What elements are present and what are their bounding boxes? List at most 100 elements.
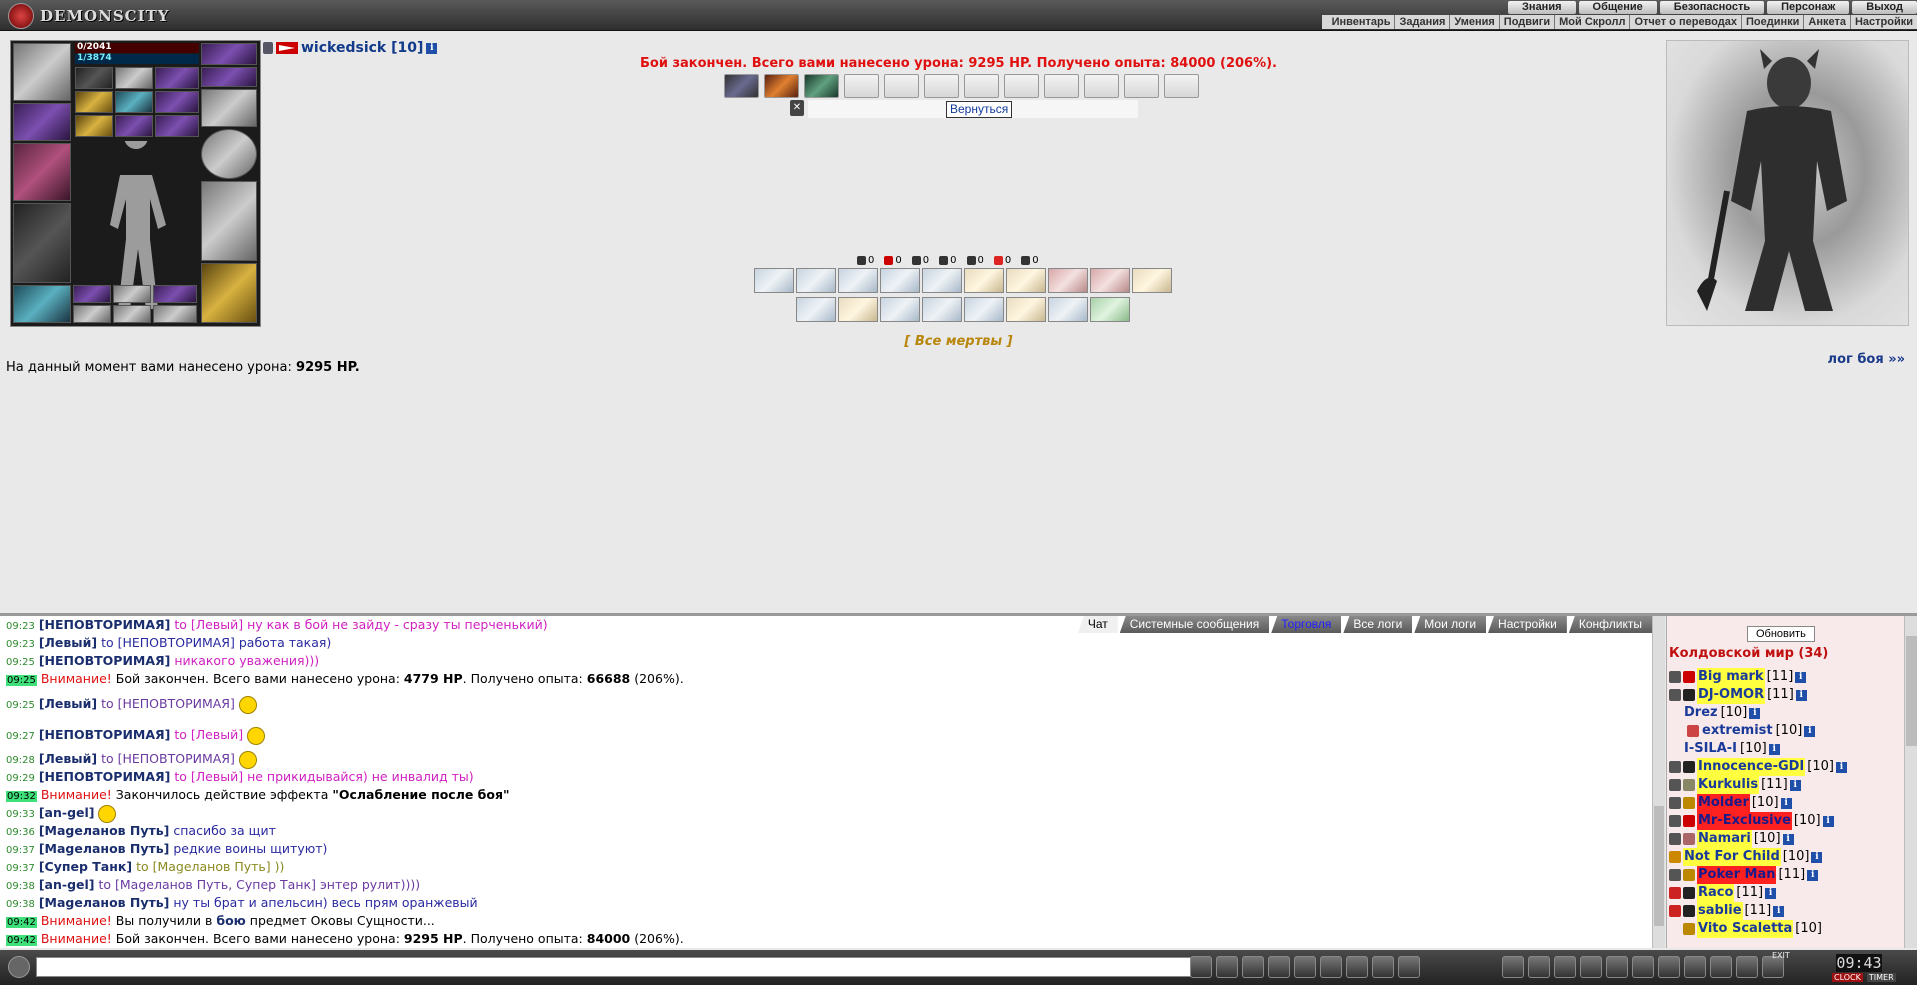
user-row[interactable]: Poker Man [11] i: [1669, 866, 1847, 884]
ring-slot-3[interactable]: [153, 285, 197, 303]
submenu-quests[interactable]: Задания: [1394, 15, 1449, 29]
scroll-slot[interactable]: [724, 74, 759, 98]
user-info-icon[interactable]: i: [1795, 671, 1807, 683]
submenu-my-scroll[interactable]: Мой Скролл: [1554, 15, 1629, 29]
effect-slot[interactable]: [1090, 297, 1130, 322]
user-row[interactable]: I-SILA-I [10] i: [1669, 740, 1847, 758]
effect-slot[interactable]: [1132, 268, 1172, 293]
bracers-slot[interactable]: [13, 285, 71, 323]
user-row[interactable]: Not For Child [10] i: [1669, 848, 1847, 866]
helmet-icon[interactable]: [1398, 956, 1420, 978]
user-info-icon[interactable]: i: [1811, 851, 1823, 863]
submenu-duels[interactable]: Поединки: [1740, 15, 1803, 29]
menu-security[interactable]: Безопасность: [1659, 1, 1765, 14]
fire-icon[interactable]: [1528, 956, 1550, 978]
submenu-achievements[interactable]: Подвиги: [1498, 15, 1554, 29]
effect-slot[interactable]: [796, 297, 836, 322]
effect-slot[interactable]: [796, 268, 836, 293]
weapon-slot[interactable]: [13, 143, 71, 201]
shield-slot[interactable]: [201, 129, 257, 179]
effect-slot[interactable]: [754, 268, 794, 293]
user-row[interactable]: Namari [10] i: [1669, 830, 1847, 848]
empty-slot-1[interactable]: [73, 305, 111, 323]
scroll-slot[interactable]: [1004, 74, 1039, 98]
bottle-icon[interactable]: [1554, 956, 1576, 978]
user-info-icon[interactable]: i: [1804, 725, 1816, 737]
empty-slot-2[interactable]: [113, 305, 151, 323]
tab-my-logs[interactable]: Мои логи: [1414, 616, 1487, 633]
clear-icon[interactable]: [1216, 956, 1238, 978]
online-list-scrollbar-thumb[interactable]: [1906, 636, 1917, 746]
battle-log-link[interactable]: лог боя »»: [1828, 352, 1905, 367]
chat-input[interactable]: [36, 957, 1194, 977]
tab-system-messages[interactable]: Системные сообщения: [1119, 616, 1270, 633]
empty-slot-3[interactable]: [153, 305, 197, 323]
ring-slot-2[interactable]: [113, 285, 151, 303]
castle-icon[interactable]: [1710, 956, 1732, 978]
tab-trade[interactable]: Торговля: [1271, 616, 1342, 633]
scroll-slot[interactable]: [764, 74, 799, 98]
user-info-icon[interactable]: i: [1749, 707, 1761, 719]
user-info-icon[interactable]: i: [1780, 797, 1792, 809]
helmet-slot[interactable]: [13, 43, 71, 101]
potion-slot-1[interactable]: [75, 91, 113, 113]
private-icon[interactable]: [1346, 956, 1368, 978]
scroll-slot[interactable]: [924, 74, 959, 98]
user-row[interactable]: Innocence-GDI [10] i: [1669, 758, 1847, 776]
bag-icon[interactable]: [1502, 956, 1524, 978]
effect-slot[interactable]: [1048, 268, 1088, 293]
smile-icon[interactable]: [1372, 956, 1394, 978]
tab-conflicts[interactable]: Конфликты: [1568, 616, 1652, 633]
effect-slot[interactable]: [838, 268, 878, 293]
user-row[interactable]: sablie [11] i: [1669, 902, 1847, 920]
online-list-scrollbar[interactable]: [1904, 616, 1917, 948]
submenu-profile[interactable]: Анкета: [1803, 15, 1850, 29]
close-icon[interactable]: ✕: [790, 100, 804, 116]
tab-all-logs[interactable]: Все логи: [1343, 616, 1413, 633]
effect-slot[interactable]: [880, 297, 920, 322]
submenu-skills[interactable]: Умения: [1449, 15, 1498, 29]
exit-label[interactable]: EXIT: [1772, 951, 1790, 960]
menu-communication[interactable]: Общение: [1578, 1, 1657, 14]
scroll-slot[interactable]: [1084, 74, 1119, 98]
house-icon[interactable]: [1684, 956, 1706, 978]
mask-icon[interactable]: [1580, 956, 1602, 978]
user-info-icon[interactable]: i: [1822, 815, 1834, 827]
boots-slot[interactable]: [201, 181, 257, 261]
scroll-slot-3[interactable]: [155, 115, 199, 137]
save-icon[interactable]: [1268, 956, 1290, 978]
effect-slot[interactable]: [964, 297, 1004, 322]
user-info-icon[interactable]: i: [1835, 761, 1847, 773]
armor-slot[interactable]: [13, 203, 71, 283]
effect-slot[interactable]: [1048, 297, 1088, 322]
tab-chat[interactable]: Чат: [1077, 616, 1118, 633]
submenu-inventory[interactable]: Инвентарь: [1328, 15, 1395, 29]
amulet-slot[interactable]: [13, 103, 71, 141]
effect-slot[interactable]: [838, 297, 878, 322]
tab-settings[interactable]: Настройки: [1488, 616, 1567, 633]
menu-knowledge[interactable]: Знания: [1508, 1, 1576, 14]
scroll-slot[interactable]: [964, 74, 999, 98]
user-row[interactable]: extremist [10] i: [1669, 722, 1847, 740]
hammer-icon[interactable]: [1606, 956, 1628, 978]
cross-icon[interactable]: [1658, 956, 1680, 978]
user-row[interactable]: Vito Scaletta [10]: [1669, 920, 1847, 938]
user-row[interactable]: Big mark [11] i: [1669, 668, 1847, 686]
scroll-slot[interactable]: [1044, 74, 1079, 98]
effect-slot[interactable]: [1090, 268, 1130, 293]
skull-icon[interactable]: [1736, 956, 1758, 978]
user-row[interactable]: Raco [11] i: [1669, 884, 1847, 902]
scroll-slot-2[interactable]: [115, 115, 153, 137]
effect-slot[interactable]: [1006, 297, 1046, 322]
map-icon[interactable]: [1632, 956, 1654, 978]
font-icon[interactable]: [1320, 956, 1342, 978]
user-info-icon[interactable]: i: [1795, 689, 1807, 701]
scroll-slot-1[interactable]: [75, 115, 113, 137]
logo[interactable]: DEMONSCITY: [8, 3, 169, 29]
user-info-icon[interactable]: i: [1789, 779, 1801, 791]
send-icon[interactable]: [1190, 956, 1212, 978]
chat-scrollbar[interactable]: [1652, 616, 1665, 948]
user-info-icon[interactable]: i: [1807, 869, 1819, 881]
effect-slot[interactable]: [922, 297, 962, 322]
clock-label[interactable]: CLOCK: [1832, 973, 1863, 982]
